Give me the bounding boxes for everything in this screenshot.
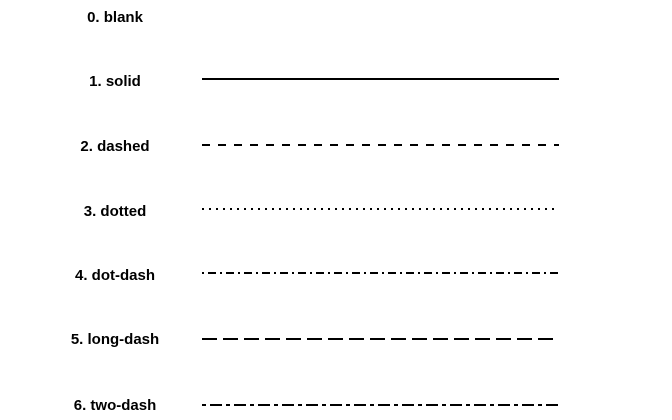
linetype-samples <box>202 78 559 406</box>
linetype-chart: 0. blank 1. solid 2. dashed 3. dotted 4.… <box>0 0 672 420</box>
